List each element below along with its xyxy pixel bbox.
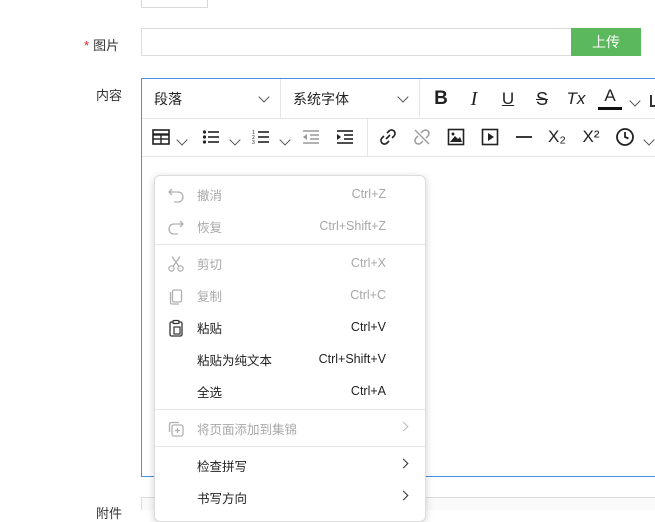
image-icon[interactable] [445, 126, 467, 148]
attachment-field-label: 附件 [96, 506, 123, 521]
subscript-button[interactable]: X₂ [544, 125, 570, 149]
previous-field-box [141, 0, 208, 8]
paragraph-format-select[interactable]: 段落 [142, 79, 280, 118]
indent-icon[interactable] [334, 126, 356, 148]
menu-separator [155, 244, 425, 245]
media-icon[interactable] [479, 126, 501, 148]
clock-icon[interactable] [614, 126, 636, 148]
bullet-list-icon[interactable] [200, 126, 222, 148]
content-field-label: 内容 [96, 88, 123, 103]
collections-icon [167, 420, 185, 438]
link-icon[interactable] [377, 126, 399, 148]
menu-item-select-all[interactable]: 全选 Ctrl+A [155, 375, 425, 407]
italic-button[interactable]: I [461, 86, 487, 112]
horizontal-rule-icon[interactable] [513, 126, 535, 148]
image-path-input[interactable] [141, 28, 571, 56]
menu-separator [155, 409, 425, 410]
table-icon[interactable] [150, 126, 172, 148]
chevron-down-icon [643, 134, 655, 146]
chevron-right-icon [398, 458, 409, 469]
more-toolbar-icon[interactable] [650, 95, 655, 107]
chevron-down-icon [629, 95, 641, 107]
context-menu: 撤消 Ctrl+Z 恢复 Ctrl+Shift+Z 剪切 Ctrl+X 复制 C… [154, 175, 426, 522]
datetime-dropdown[interactable] [643, 132, 655, 147]
outdent-icon[interactable] [300, 126, 322, 148]
font-color-dropdown[interactable] [629, 93, 641, 108]
chevron-down-icon [279, 134, 291, 146]
menu-separator [155, 446, 425, 447]
paste-icon [167, 319, 185, 337]
image-field-label: * 图片 [84, 38, 120, 53]
menu-item-copy[interactable]: 复制 Ctrl+C [155, 279, 425, 311]
menu-item-undo[interactable]: 撤消 Ctrl+Z [155, 178, 425, 210]
font-family-select[interactable]: 系统字体 [281, 79, 419, 118]
menu-item-paste[interactable]: 粘贴 Ctrl+V [155, 311, 425, 343]
table-dropdown[interactable] [176, 132, 188, 147]
menu-item-paste-plain-text[interactable]: 粘贴为纯文本 Ctrl+Shift+V [155, 343, 425, 375]
superscript-button[interactable]: X² [578, 125, 604, 149]
cut-icon [167, 255, 185, 273]
underline-button[interactable]: U [495, 86, 521, 112]
chevron-down-icon [229, 134, 241, 146]
toolbar-divider [419, 79, 420, 118]
editor-toolbar-row-2: 123 X₂ X² [142, 119, 655, 157]
menu-item-redo[interactable]: 恢复 Ctrl+Shift+Z [155, 210, 425, 242]
menu-item-add-to-collections[interactable]: 将页面添加到集锦 [155, 412, 425, 444]
unlink-icon[interactable] [411, 126, 433, 148]
undo-icon [167, 186, 185, 204]
numbered-list-dropdown[interactable] [279, 132, 291, 147]
menu-item-cut[interactable]: 剪切 Ctrl+X [155, 247, 425, 279]
chevron-right-icon [398, 490, 409, 501]
bullet-list-dropdown[interactable] [229, 132, 241, 147]
menu-item-writing-direction[interactable]: 书写方向 [155, 481, 425, 513]
numbered-list-icon[interactable]: 123 [250, 126, 272, 148]
font-color-button[interactable]: A [598, 84, 622, 110]
redo-icon [167, 218, 185, 236]
svg-text:3: 3 [252, 140, 255, 145]
chevron-right-icon [398, 421, 409, 432]
menu-item-spell-check[interactable]: 检查拼写 [155, 449, 425, 481]
chevron-down-icon [258, 90, 270, 103]
upload-button[interactable]: 上传 [571, 28, 641, 56]
toolbar-divider [367, 119, 368, 156]
copy-icon [167, 287, 185, 305]
chevron-down-icon [176, 134, 188, 146]
editor-toolbar-row-1: 段落 系统字体 B I U S Tx A [142, 79, 655, 119]
chevron-down-icon [397, 90, 409, 103]
strikethrough-button[interactable]: S [529, 86, 555, 112]
bold-button[interactable]: B [428, 86, 454, 112]
required-mark: * [84, 38, 90, 53]
clear-format-button[interactable]: Tx [563, 86, 589, 112]
